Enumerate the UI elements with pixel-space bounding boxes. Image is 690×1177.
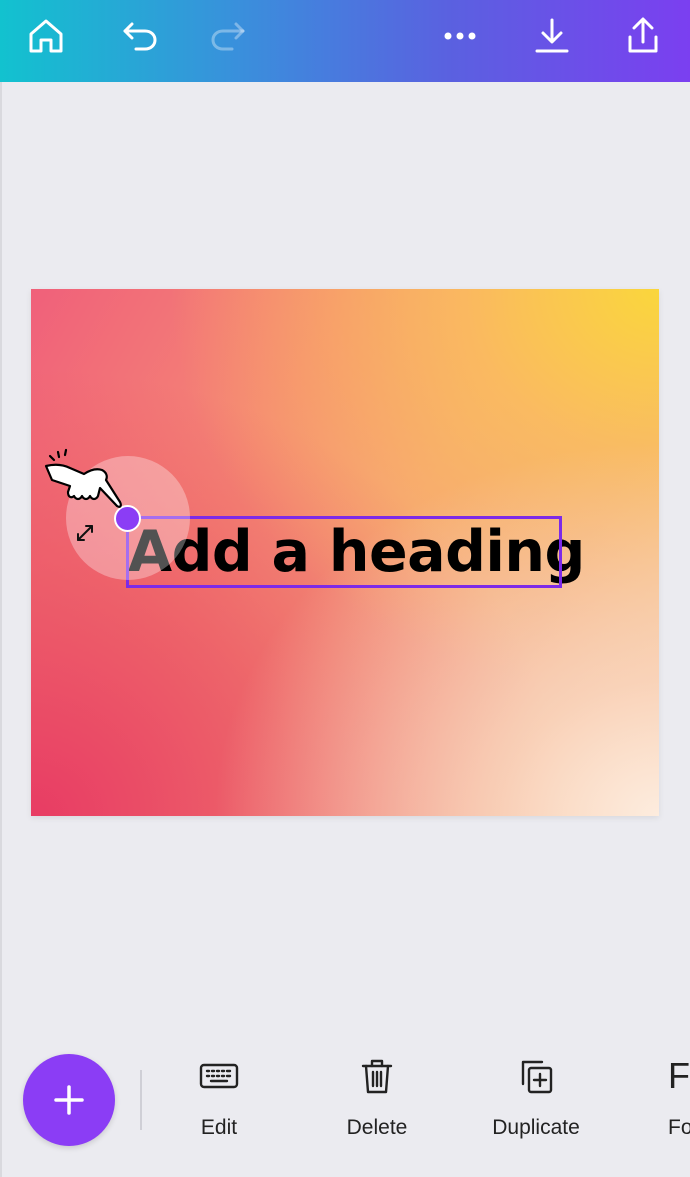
font-tool-button[interactable]: F Fo [668,1052,690,1140]
redo-button[interactable] [206,13,252,59]
plus-icon [54,1085,84,1115]
more-icon [444,32,476,40]
resize-icon [77,525,93,541]
delete-label: Delete [346,1116,408,1139]
home-button[interactable] [23,13,69,59]
top-toolbar [0,0,690,82]
undo-icon [123,22,157,51]
more-button[interactable] [437,13,483,59]
duplicate-label: Duplicate [492,1116,580,1139]
font-label: Fo [668,1116,690,1139]
duplicate-icon [521,1060,553,1094]
duplicate-tool-button[interactable]: Duplicate [476,1052,596,1140]
download-icon [535,18,569,53]
download-button[interactable] [529,13,575,59]
home-icon [29,19,63,53]
keyboard-icon [199,1063,239,1089]
edge-strip [0,82,2,1177]
selection-box[interactable] [126,516,562,588]
pointing-hand-icon [44,448,122,508]
add-element-button[interactable] [23,1054,115,1146]
share-button[interactable] [620,13,666,59]
font-icon: F [668,1055,690,1096]
trash-icon [361,1059,393,1094]
undo-button[interactable] [116,13,162,59]
edit-tool-button[interactable]: Edit [159,1052,279,1140]
redo-icon [211,22,245,51]
edit-label: Edit [200,1116,238,1139]
delete-tool-button[interactable]: Delete [317,1052,437,1140]
toolbar-divider [140,1070,142,1130]
share-icon [628,17,658,53]
